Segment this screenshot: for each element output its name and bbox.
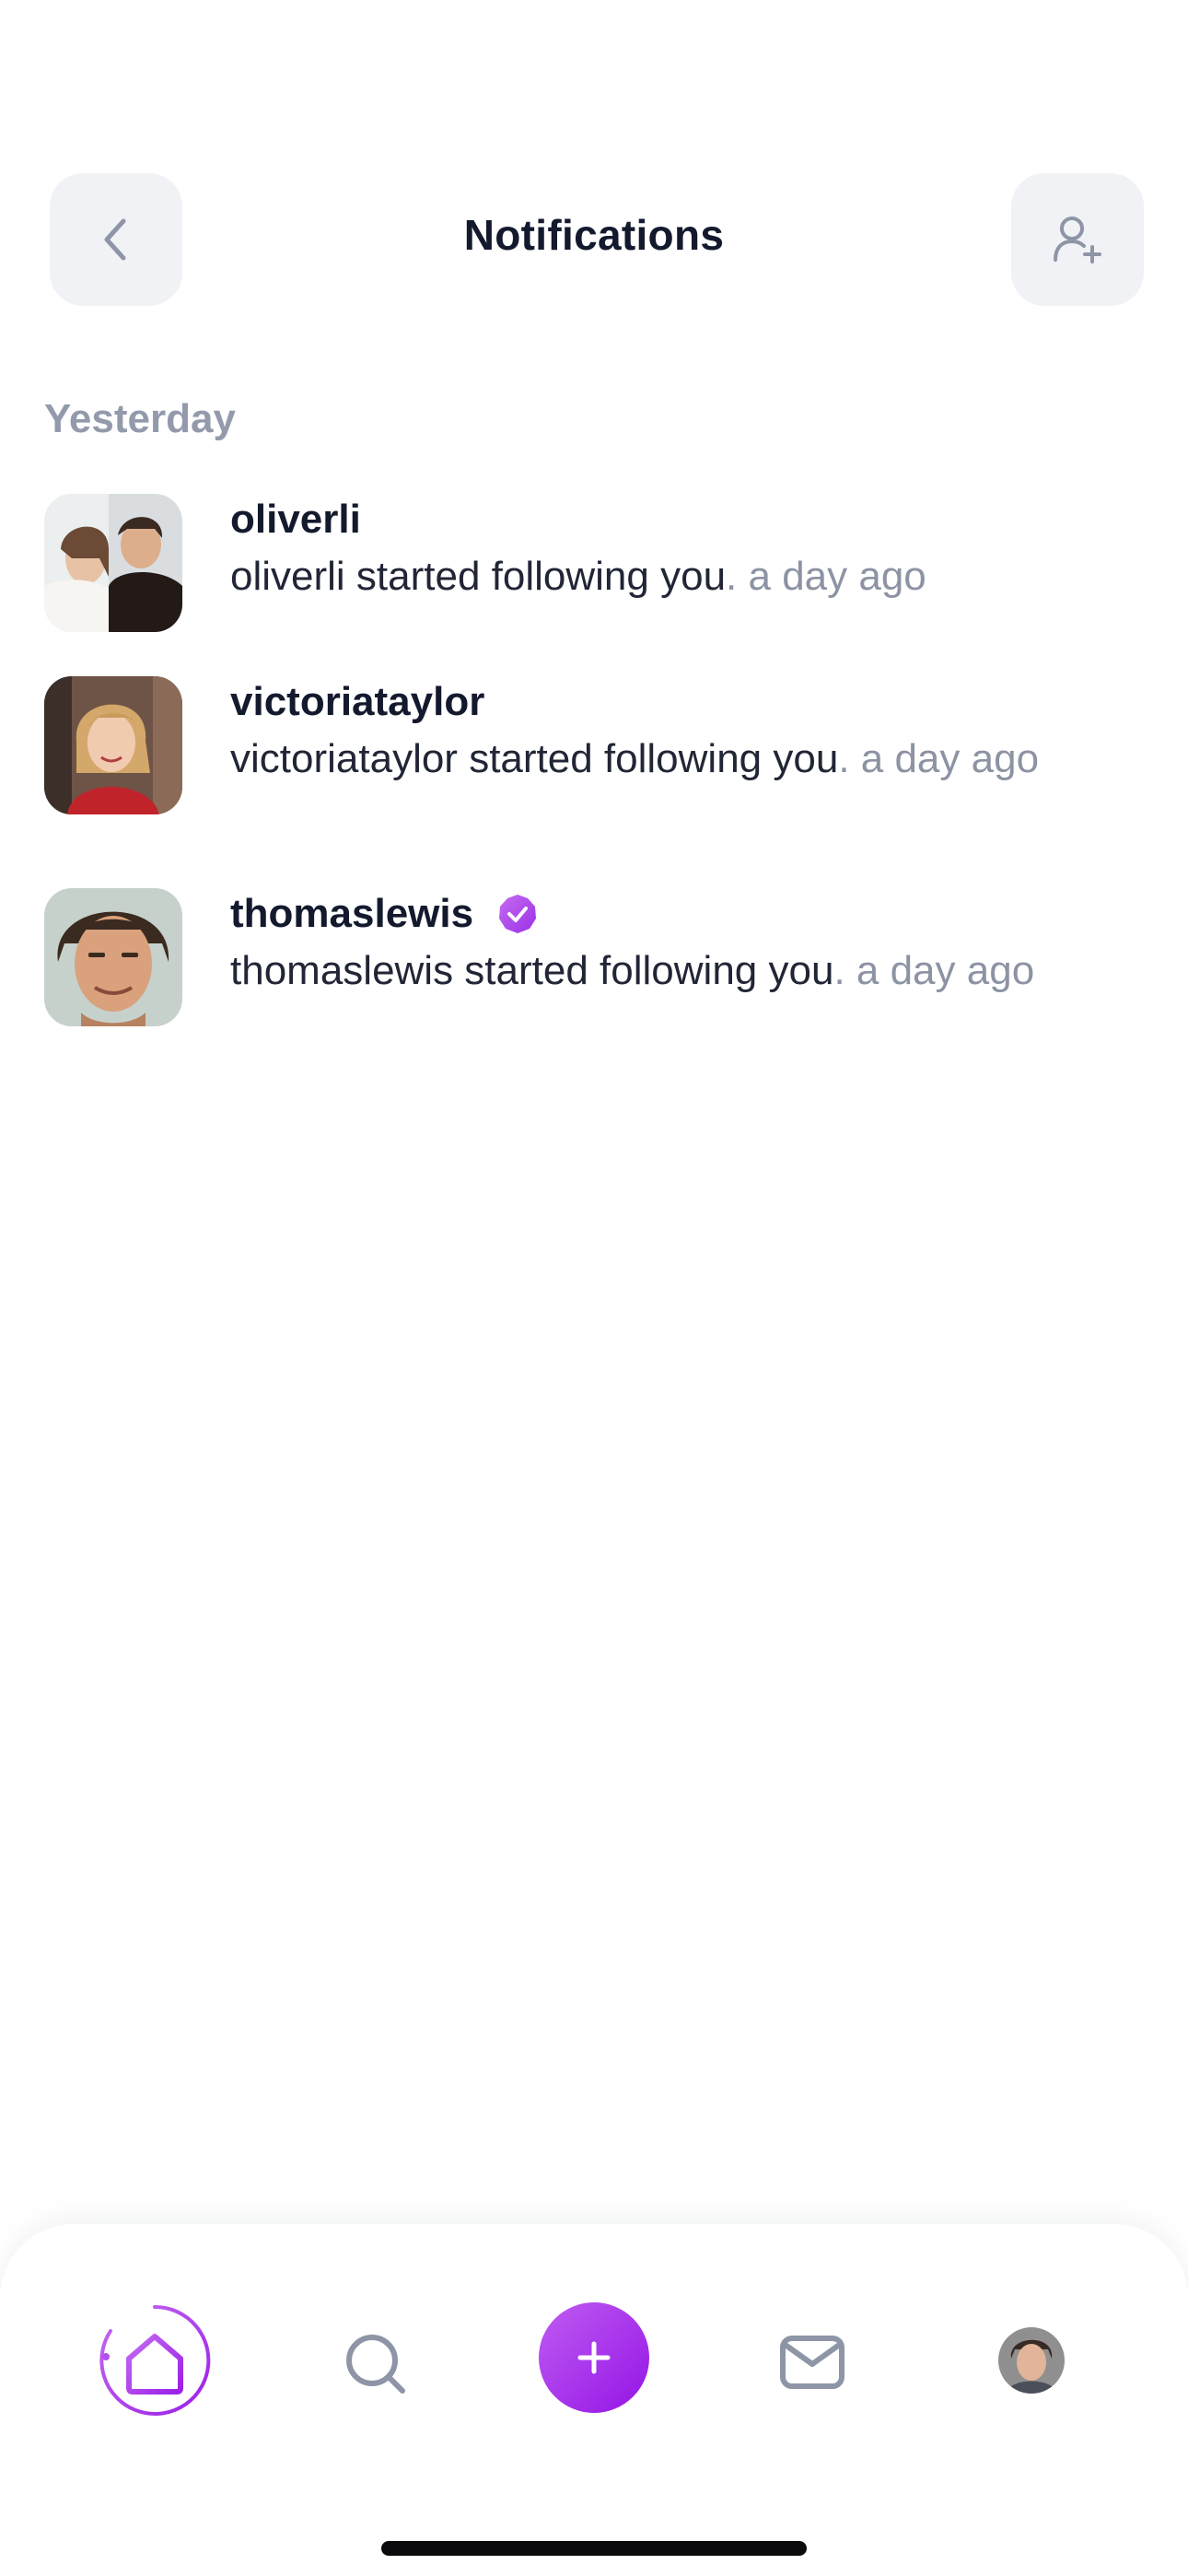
avatar[interactable] (44, 888, 182, 1026)
tab-home[interactable] (98, 2303, 212, 2418)
add-user-button[interactable] (1011, 173, 1144, 306)
username[interactable]: thomaslewis (230, 888, 473, 940)
user-plus-icon (1054, 217, 1101, 263)
notification-message: thomaslewis started following you. a day… (230, 948, 1035, 993)
home-icon (99, 2304, 211, 2416)
page-title: Notifications (463, 211, 725, 259)
notification-message: victoriataylor started following you. a … (230, 736, 1040, 781)
tab-profile[interactable] (998, 2327, 1065, 2394)
avatar[interactable] (44, 676, 182, 814)
notification-message: oliverli started following you. a day ag… (230, 554, 926, 599)
profile-avatar (998, 2327, 1065, 2394)
tab-bar (0, 2224, 1188, 2576)
plus-icon (539, 2302, 649, 2413)
mail-icon (780, 2336, 844, 2389)
header: Notifications (0, 0, 1188, 332)
username[interactable]: oliverli (230, 494, 361, 545)
username[interactable]: victoriataylor (230, 676, 484, 728)
timestamp: . a day ago (833, 948, 1035, 993)
avatar[interactable] (44, 494, 182, 632)
tab-messages[interactable] (779, 2329, 845, 2395)
timestamp: . a day ago (726, 554, 926, 599)
tab-search[interactable] (339, 2327, 413, 2401)
verified-badge-icon (499, 895, 537, 933)
tab-create[interactable] (538, 2301, 650, 2414)
home-indicator (381, 2541, 807, 2556)
section-label-yesterday: Yesterday (44, 396, 236, 441)
search-icon (346, 2335, 405, 2394)
timestamp: . a day ago (838, 736, 1040, 781)
